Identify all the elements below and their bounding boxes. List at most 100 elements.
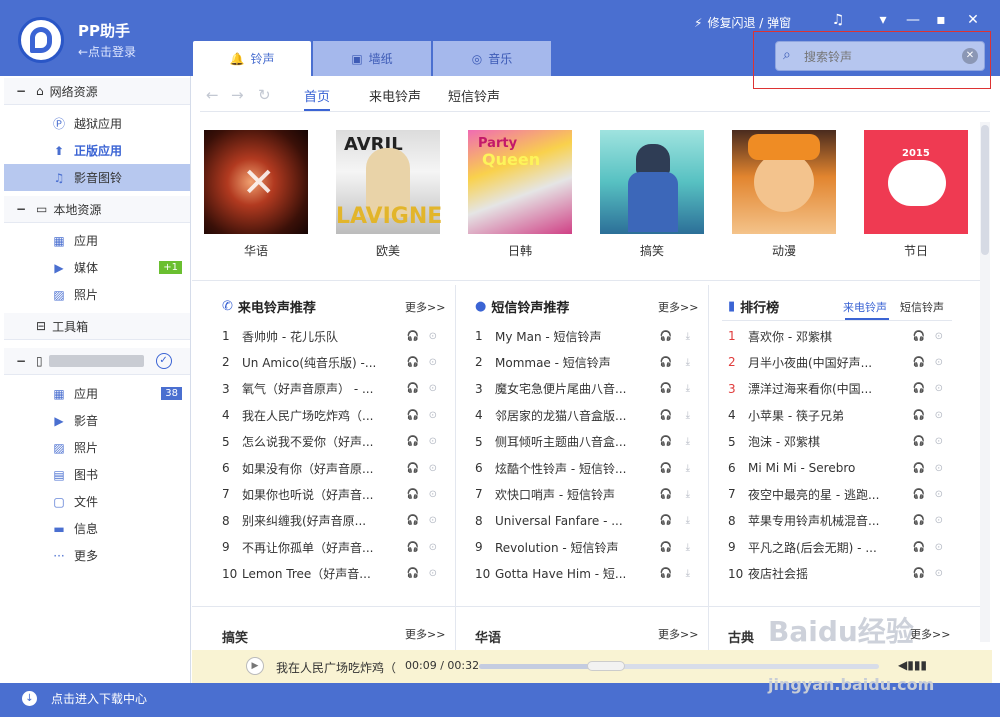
headphones-icon[interactable]: 🎧: [660, 515, 672, 526]
close-icon[interactable]: ✕: [963, 10, 983, 30]
sidebar-section-device[interactable]: − ▯ ✓: [4, 348, 190, 375]
download-icon[interactable]: ⤓: [686, 410, 690, 421]
set-ringtone-icon[interactable]: ⊙: [429, 410, 437, 421]
download-icon[interactable]: ⤓: [686, 357, 690, 368]
headphones-icon[interactable]: 🎧: [407, 515, 419, 526]
set-ringtone-icon[interactable]: ⊙: [429, 489, 437, 500]
ranking-tab-sms[interactable]: 短信铃声: [900, 299, 944, 315]
sidebar-item-device-files[interactable]: ▢ 文件: [4, 488, 190, 515]
list-item[interactable]: 7 欢快口哨声 - 短信铃声 🎧 ⤓: [475, 481, 700, 507]
list-item[interactable]: 3 漂洋过海来看你(中国... 🎧 ⊙: [728, 376, 953, 402]
album-cover-western[interactable]: AVRIL LAVIGNE: [336, 130, 442, 234]
headphones-icon[interactable]: 🎧: [660, 357, 672, 368]
album-label[interactable]: 华语: [204, 242, 308, 259]
headphones-icon[interactable]: 🎧: [913, 489, 925, 500]
set-ringtone-icon[interactable]: ⊙: [935, 489, 943, 500]
set-ringtone-icon[interactable]: ⊙: [935, 463, 943, 474]
set-ringtone-icon[interactable]: ⊙: [935, 515, 943, 526]
album-label[interactable]: 节日: [864, 242, 968, 259]
list-item[interactable]: 4 小苹果 - 筷子兄弟 🎧 ⊙: [728, 402, 953, 428]
pp-logo-icon[interactable]: [18, 17, 64, 63]
headphones-icon[interactable]: 🎧: [407, 331, 419, 342]
album-label[interactable]: 日韩: [468, 242, 572, 259]
headphones-icon[interactable]: 🎧: [913, 463, 925, 474]
repair-button[interactable]: ⚡ 修复闪退 / 弹窗: [694, 14, 791, 31]
set-ringtone-icon[interactable]: ⊙: [935, 383, 943, 394]
list-item[interactable]: 4 我在人民广场吃炸鸡（... 🎧 ⊙: [222, 402, 447, 428]
tab-wallpaper[interactable]: ▣ 墙纸: [313, 41, 431, 76]
album-cover-holiday[interactable]: 2015: [864, 130, 968, 234]
headphones-icon[interactable]: 🎧: [660, 331, 672, 342]
sidebar-item-jailbreak-apps[interactable]: Ⓟ 越狱应用: [4, 110, 190, 137]
list-item[interactable]: 10 夜店社会摇 🎧 ⊙: [728, 561, 953, 587]
subtab-call-ringtones[interactable]: 来电铃声: [369, 86, 421, 105]
play-icon[interactable]: ▶: [246, 657, 264, 675]
sidebar-item-device-more[interactable]: ··· 更多: [4, 542, 190, 569]
more-link[interactable]: 更多>>: [658, 299, 698, 315]
subtab-sms-ringtones[interactable]: 短信铃声: [448, 86, 500, 105]
download-icon[interactable]: ⤓: [686, 463, 690, 474]
collapse-icon[interactable]: −: [16, 202, 28, 216]
headphones-icon[interactable]: 🎧: [660, 436, 672, 447]
list-item[interactable]: 7 夜空中最亮的星 - 逃跑... 🎧 ⊙: [728, 481, 953, 507]
set-ringtone-icon[interactable]: ⊙: [429, 568, 437, 579]
list-item[interactable]: 3 魔女宅急便片尾曲八音... 🎧 ⤓: [475, 376, 700, 402]
headphones-icon[interactable]: 🎧: [407, 542, 419, 553]
list-item[interactable]: 8 Universal Fanfare - ... 🎧 ⤓: [475, 508, 700, 534]
list-item[interactable]: 1 香帅帅 - 花儿乐队 🎧 ⊙: [222, 323, 447, 349]
set-ringtone-icon[interactable]: ⊙: [935, 436, 943, 447]
clear-icon[interactable]: ✕: [962, 48, 978, 64]
download-icon[interactable]: ⤓: [686, 568, 690, 579]
set-ringtone-icon[interactable]: ⊙: [935, 357, 943, 368]
album-label[interactable]: 欧美: [336, 242, 440, 259]
more-link[interactable]: 更多>>: [405, 299, 445, 315]
menu-icon[interactable]: ▾: [873, 10, 893, 30]
refresh-icon[interactable]: ↻: [258, 86, 271, 104]
headphones-icon[interactable]: 🎧: [660, 568, 672, 579]
album-cover-jpkr[interactable]: Party Queen: [468, 130, 572, 234]
headphones-icon[interactable]: 🎧: [913, 410, 925, 421]
tab-music[interactable]: ◎ 音乐: [433, 41, 551, 76]
headphones-icon[interactable]: 🎧: [407, 436, 419, 447]
set-ringtone-icon[interactable]: ⊙: [429, 542, 437, 553]
headphones-icon[interactable]: 🎧: [913, 542, 925, 553]
download-icon[interactable]: ⤓: [686, 515, 690, 526]
search-input[interactable]: [804, 48, 954, 66]
sidebar-section-local[interactable]: − ▭ 本地资源: [4, 196, 190, 223]
sidebar-item-device-books[interactable]: ▤ 图书: [4, 461, 190, 488]
list-item[interactable]: 6 如果没有你（好声音原... 🎧 ⊙: [222, 455, 447, 481]
album-cover-chinese[interactable]: ✕: [204, 130, 308, 234]
sidebar-item-genuine-apps[interactable]: ⬆ 正版应用: [4, 137, 190, 164]
collapse-icon[interactable]: −: [16, 84, 28, 98]
headphones-icon[interactable]: 🎧: [660, 489, 672, 500]
headphones-icon[interactable]: 🎧: [660, 383, 672, 394]
sidebar-item-media-ringtones[interactable]: ♫ 影音图铃: [4, 164, 190, 191]
sidebar-item-device-apps[interactable]: ▦ 应用 38: [4, 380, 190, 407]
list-item[interactable]: 4 邻居家的龙猫八音盒版... 🎧 ⤓: [475, 402, 700, 428]
sidebar-item-device-media[interactable]: ▶ 影音: [4, 407, 190, 434]
scrollbar-thumb[interactable]: [981, 125, 989, 255]
download-center-button[interactable]: ↓ 点击进入下载中心: [22, 690, 147, 707]
headphones-icon[interactable]: 🎧: [913, 568, 925, 579]
list-item[interactable]: 1 My Man - 短信铃声 🎧 ⤓: [475, 323, 700, 349]
download-icon[interactable]: ⤓: [686, 542, 690, 553]
list-item[interactable]: 2 Mommae - 短信铃声 🎧 ⤓: [475, 349, 700, 375]
sidebar-item-local-media[interactable]: ▶ 媒体 +1: [4, 254, 190, 281]
set-ringtone-icon[interactable]: ⊙: [429, 357, 437, 368]
headphones-icon[interactable]: 🎧: [913, 357, 925, 368]
list-item[interactable]: 5 侧耳倾听主题曲八音盒... 🎧 ⤓: [475, 429, 700, 455]
album-label[interactable]: 动漫: [732, 242, 836, 259]
headphones-icon[interactable]: 🎧: [660, 463, 672, 474]
sidebar-item-local-photos[interactable]: ▨ 照片: [4, 281, 190, 308]
subtab-home[interactable]: 首页: [304, 86, 331, 111]
headphones-icon[interactable]: 🎧: [407, 410, 419, 421]
list-item[interactable]: 2 Un Amico(纯音乐版) -... 🎧 ⊙: [222, 349, 447, 375]
list-item[interactable]: 10 Lemon Tree（好声音... 🎧 ⊙: [222, 561, 447, 587]
album-cover-funny[interactable]: [600, 130, 704, 234]
headphones-icon[interactable]: 🎧: [660, 542, 672, 553]
download-icon[interactable]: ⤓: [686, 383, 690, 394]
login-link[interactable]: ←点击登录: [78, 43, 136, 60]
list-item[interactable]: 8 苹果专用铃声机械混音... 🎧 ⊙: [728, 508, 953, 534]
list-item[interactable]: 9 不再让你孤单（好声音... 🎧 ⊙: [222, 534, 447, 560]
list-item[interactable]: 8 别来纠缠我(好声音原... 🎧 ⊙: [222, 508, 447, 534]
